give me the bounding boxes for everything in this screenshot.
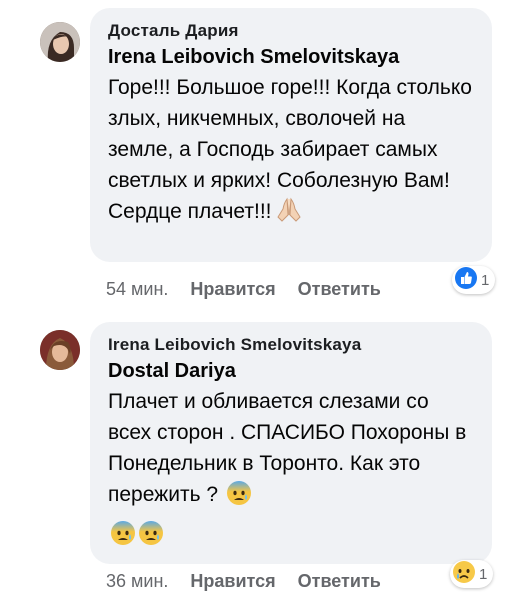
reply-to-name[interactable]: Irena Leibovich Smelovitskaya bbox=[108, 334, 474, 356]
comment-bubble: Досталь Дария Irena Leibovich Smelovitsk… bbox=[90, 8, 492, 262]
anxious-face-icon bbox=[226, 480, 252, 515]
avatar[interactable] bbox=[40, 22, 80, 62]
emoji-row bbox=[108, 519, 474, 555]
reply-to-name[interactable]: Досталь Дария bbox=[108, 20, 474, 42]
avatar[interactable] bbox=[40, 330, 80, 370]
reaction-badge[interactable]: 1 bbox=[452, 266, 496, 295]
comment-text: Горе!!! Большое горе!!! Когда столько зл… bbox=[108, 72, 474, 232]
comment-text-body: Плачет и обливается слезами со всех стор… bbox=[108, 390, 467, 506]
comment-bubble: Irena Leibovich Smelovitskaya Dostal Dar… bbox=[90, 322, 492, 564]
comment-time[interactable]: 36 мин. bbox=[106, 571, 168, 591]
like-button[interactable]: Нравится bbox=[190, 571, 275, 591]
comment-author[interactable]: Dostal Dariya bbox=[108, 358, 474, 384]
like-icon bbox=[454, 266, 478, 295]
folded-hands-icon bbox=[274, 197, 304, 232]
like-button[interactable]: Нравится bbox=[190, 279, 275, 299]
reply-button[interactable]: Ответить bbox=[298, 279, 381, 299]
sad-icon bbox=[452, 560, 476, 589]
comment-time[interactable]: 54 мин. bbox=[106, 279, 168, 299]
comment-actions: 36 мин. Нравится Ответить bbox=[106, 570, 381, 592]
anxious-face-icon bbox=[138, 520, 164, 555]
reaction-badge[interactable]: 1 bbox=[450, 560, 494, 589]
reaction-count: 1 bbox=[481, 271, 490, 289]
comment-actions: 54 мин. Нравится Ответить bbox=[106, 278, 381, 300]
comment-text: Плачет и обливается слезами со всех стор… bbox=[108, 386, 474, 555]
reaction-count: 1 bbox=[479, 565, 488, 583]
anxious-face-icon bbox=[110, 520, 136, 555]
comment-author[interactable]: Irena Leibovich Smelovitskaya bbox=[108, 44, 474, 70]
reply-button[interactable]: Ответить bbox=[298, 571, 381, 591]
